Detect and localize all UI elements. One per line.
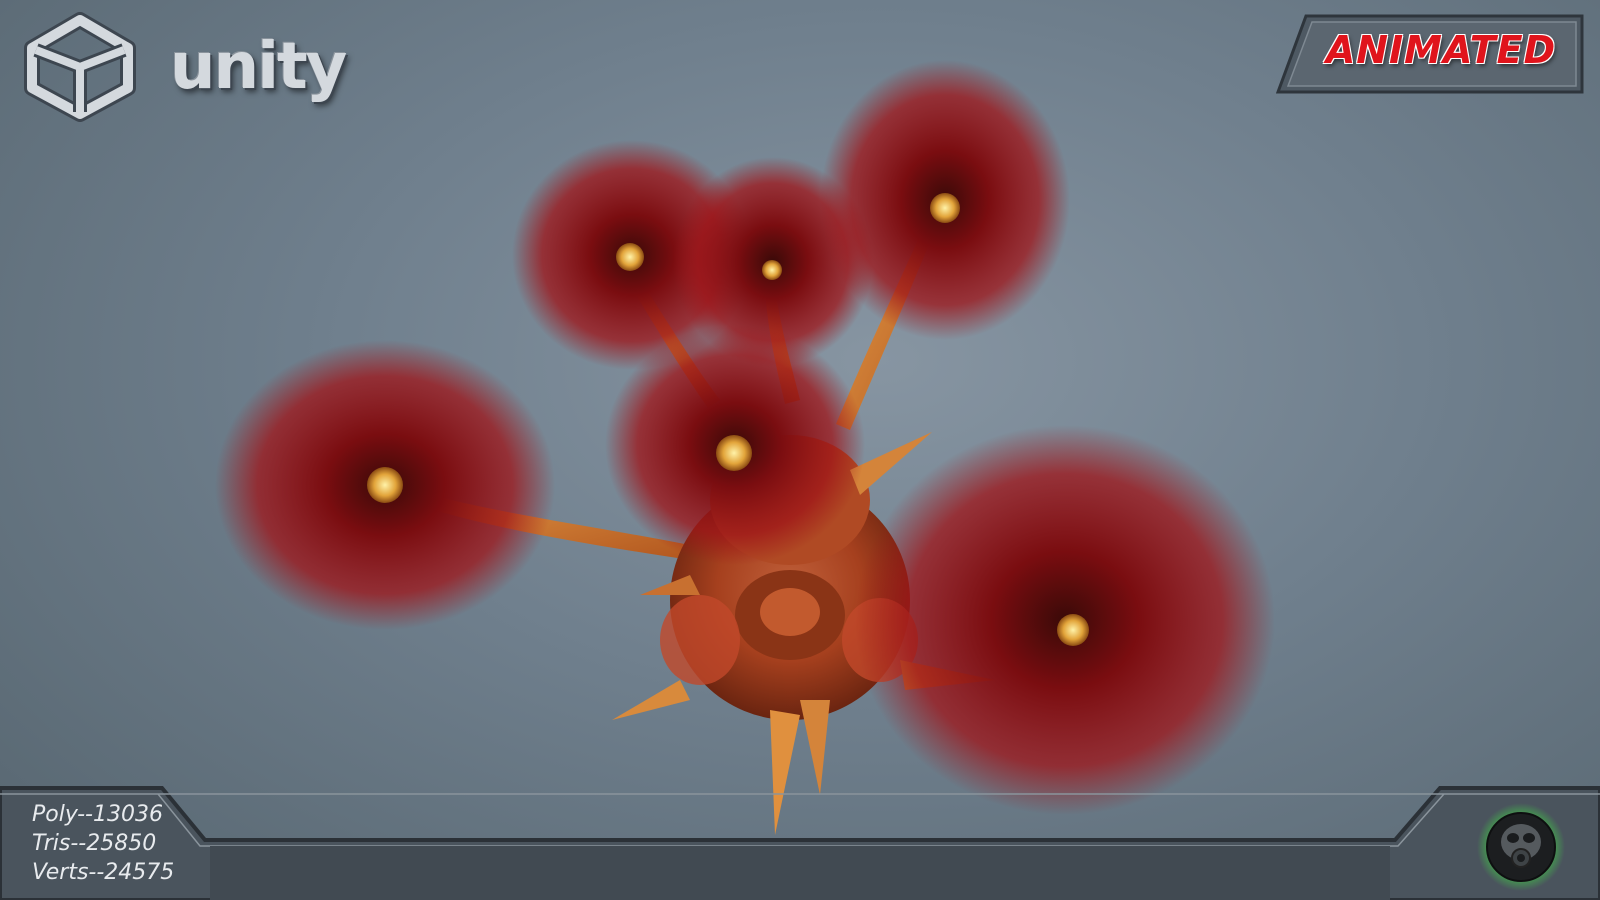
mesh-stats: Poly--13036 Tris--25850 Verts--24575 bbox=[32, 800, 202, 887]
creature-render bbox=[215, 60, 1275, 835]
unity-cube-icon bbox=[24, 12, 136, 122]
bottom-bar bbox=[0, 786, 1600, 900]
poly-count: Poly--13036 bbox=[32, 802, 163, 827]
unity-logo: unity bbox=[20, 12, 347, 122]
animated-badge: ANIMATED bbox=[1276, 14, 1584, 94]
gas-mask-icon bbox=[1477, 803, 1565, 891]
verts-count: Verts--24575 bbox=[32, 860, 175, 885]
tris-count: Tris--25850 bbox=[32, 831, 157, 856]
unity-wordmark: unity bbox=[170, 30, 347, 104]
animated-label: ANIMATED bbox=[1325, 28, 1557, 72]
